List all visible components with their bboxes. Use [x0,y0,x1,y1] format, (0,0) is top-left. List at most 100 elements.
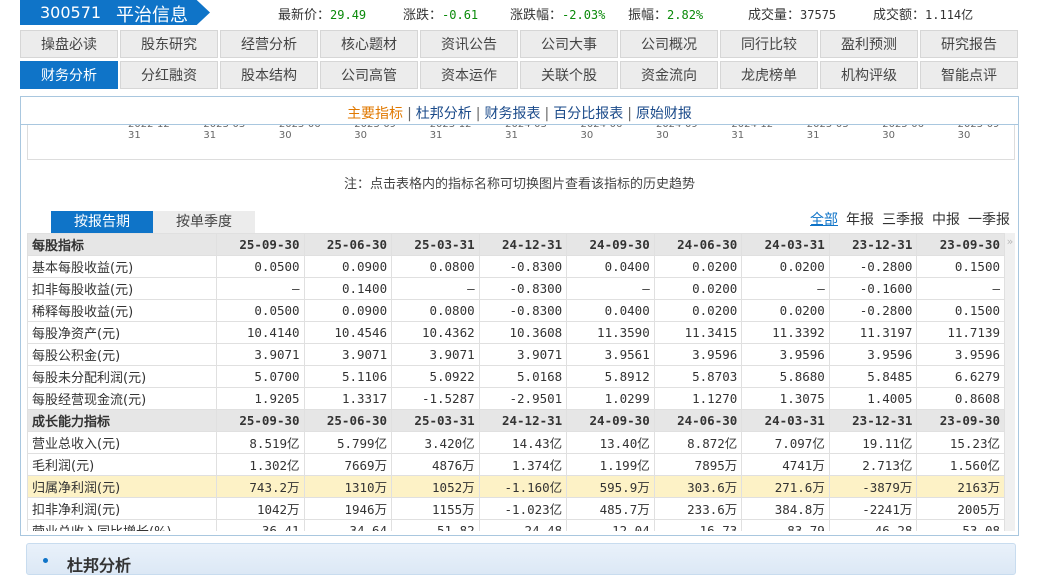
indicator-name[interactable]: 每股净资产(元) [27,321,217,344]
date-header: 24-12-31 [478,409,568,432]
indicator-name[interactable]: 每股未分配利润(元) [27,365,217,388]
indicator-value: 15.23亿 [916,431,1005,454]
nav-tab[interactable]: 资本运作 [420,61,518,89]
subnav-link[interactable]: 百分比报表 [553,106,623,122]
indicator-value: 1.3075 [741,387,830,410]
indicator-value: 3.9596 [916,343,1005,366]
report-filter: 全部 年报 三季报 中报 一季报 [802,209,1010,229]
nav-tab[interactable]: 盈利预测 [820,30,918,58]
indicator-value: 0.1500 [916,299,1005,322]
indicator-value: 5.8703 [653,365,743,388]
nav-tab[interactable]: 分红融资 [120,61,218,89]
indicator-name[interactable]: 基本每股收益(元) [27,255,217,278]
indicator-name[interactable]: 营业总收入(元) [27,431,217,454]
indicator-value: 5.0922 [391,365,480,388]
indicator-value: 233.6万 [653,497,743,520]
chart-axis-label: 2024-09-30 [655,125,701,141]
quote-label: 成交额： [873,8,926,23]
nav-tab[interactable]: 资金流向 [620,61,718,89]
indicator-value: 11.3590 [566,321,655,344]
nav-tab[interactable]: 龙虎榜单 [720,61,818,89]
scroll-right-button[interactable]: » [1005,233,1015,531]
indicator-value: 0.0500 [216,255,305,278]
quote-item: 成交量：37575 [748,4,836,23]
nav-tab[interactable]: 公司概况 [620,30,718,58]
quote-value: 29.49 [330,8,367,22]
nav-tab[interactable]: 研究报告 [920,30,1018,58]
filter-link[interactable]: 全部 [810,212,838,228]
nav-tab[interactable]: 操盘必读 [20,30,118,58]
nav-tab[interactable]: 关联个股 [520,61,618,89]
quote-label: 涨跌： [403,8,443,23]
separator: | [627,106,632,122]
indicator-name[interactable]: 归属净利润(元) [27,475,217,498]
indicator-name[interactable]: 稀释每股收益(元) [27,299,217,322]
indicator-name[interactable]: 营业总收入同比增长(%) [27,519,217,531]
indicator-name[interactable]: 毛利润(元) [27,453,217,476]
indicator-name[interactable]: 每股经营现金流(元) [27,387,217,410]
nav-tab[interactable]: 公司大事 [520,30,618,58]
indicator-value: 10.4546 [303,321,393,344]
indicator-value: 3.9596 [828,343,918,366]
indicator-name[interactable]: 扣非净利润(元) [27,497,217,520]
nav-tab[interactable]: 公司高管 [320,61,418,89]
indicator-value: -36.41 [216,519,305,531]
subnav-link[interactable]: 杜邦分析 [416,106,472,122]
nav-tab[interactable]: 股本结构 [220,61,318,89]
indicator-value: 1.560亿 [916,453,1005,476]
indicator-value: 1.1270 [653,387,743,410]
indicator-name[interactable]: 每股公积金(元) [27,343,217,366]
subnav-link[interactable]: 主要指标 [347,106,403,122]
separator: | [475,106,481,122]
nav-tab[interactable]: 股东研究 [120,30,218,58]
table-row: 扣非净利润(元) 1042万 1946万 1155万 -1.023亿 485.7万 233.… [27,497,1005,520]
filter-link[interactable]: 中报 [932,212,960,228]
filter-link[interactable]: 三季报 [882,212,924,228]
indicator-value: 1052万 [391,475,480,498]
quote-value: 2.82% [667,8,704,22]
indicator-value: 0.0500 [216,299,305,322]
indicator-value: 0.0900 [303,299,393,322]
dupont-title: 杜邦分析 [67,556,132,575]
nav-tab[interactable]: 资讯公告 [420,30,518,58]
indicator-value: 10.4362 [391,321,480,344]
chart-axis-label: 2023-06-30 [278,125,324,141]
nav-tab[interactable]: 同行比较 [720,30,818,58]
chart-axis-label: 2022-12-31 [128,125,173,141]
stock-name: 平治信息 [116,5,188,26]
date-header: 24-09-30 [566,233,655,256]
indicator-value: 0.1400 [303,277,393,300]
indicator-value: 0.0400 [566,255,655,278]
indicator-value: -0.2800 [828,299,918,322]
nav-tab[interactable]: 财务分析 [20,61,118,89]
indicator-value: -1.5287 [391,387,480,410]
nav-tab[interactable]: 机构评级 [820,61,918,89]
dupont-section[interactable]: 杜邦分析 [26,543,1016,575]
indicator-value: 4876万 [391,453,480,476]
period-tab[interactable]: 按单季度 [153,211,255,233]
indicator-value: 3.9561 [566,343,655,366]
period-tab[interactable]: 按报告期 [51,211,153,233]
nav-tab[interactable]: 核心题材 [320,30,418,58]
date-header: 25-06-30 [303,233,393,256]
indicator-value: 743.2万 [216,475,305,498]
subnav-link[interactable]: 财务报表 [485,106,541,122]
indicator-value: — [216,277,305,300]
nav-tab[interactable]: 经营分析 [220,30,318,58]
indicator-value: 13.40亿 [566,431,655,454]
table-row: 营业总收入(元) 8.519亿 5.799亿 3.420亿 14.43亿 13.40亿 8.… [27,431,1005,454]
nav-tab[interactable]: 智能点评 [920,61,1018,89]
chart-axis-label: 2023-03-31 [203,125,248,141]
indicator-value: 3.9071 [216,343,305,366]
subnav-link[interactable]: 原始财报 [636,106,692,122]
indicator-value: 14.43亿 [478,431,568,454]
indicator-value: -2241万 [828,497,918,520]
chart-axis-label: 2025-09-30 [957,125,1003,141]
indicator-value: -0.8300 [478,277,568,300]
filter-link[interactable]: 年报 [846,212,874,228]
indicator-value: 3.9071 [303,343,393,366]
filter-link[interactable]: 一季报 [968,212,1010,228]
indicator-name[interactable]: 扣非每股收益(元) [27,277,217,300]
indicator-value: 3.420亿 [391,431,480,454]
indicator-value: 3.9071 [478,343,568,366]
